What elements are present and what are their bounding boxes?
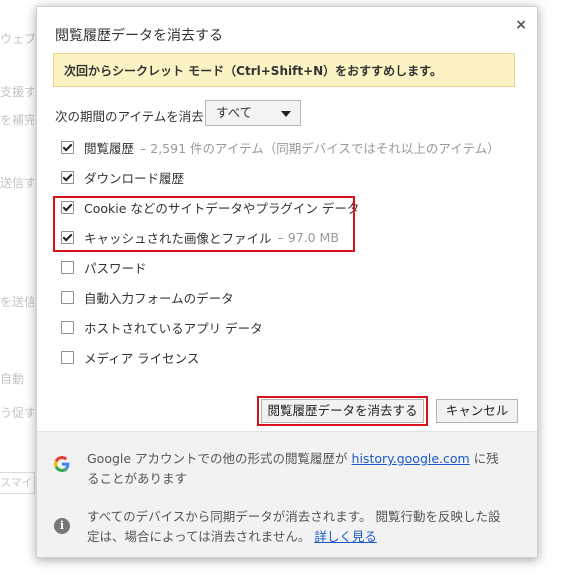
learn-more-link[interactable]: 詳しく見る (314, 529, 377, 544)
info-icon: i (54, 518, 70, 534)
item-download-history[interactable]: ダウンロード履歴 (61, 167, 184, 187)
item-media-licenses[interactable]: メディア ライセンス (61, 347, 199, 367)
background-text: ウェブ (0, 32, 34, 46)
period-label: 次の期間のアイテムを消去: (55, 109, 208, 124)
background-text: 自動 (0, 372, 25, 386)
checkbox-autofill[interactable] (61, 290, 74, 304)
google-history-note: Google アカウントでの他の形式の閲覧履歴が history.google.… (87, 449, 507, 489)
item-hosted-apps[interactable]: ホストされているアプリ データ (61, 317, 263, 337)
google-history-text: Google アカウントでの他の形式の閲覧履歴が (87, 451, 352, 466)
item-label: ダウンロード履歴 (84, 170, 185, 186)
item-label: 閲覧履歴 (84, 140, 135, 156)
background-text: を送信 (0, 295, 34, 309)
checkbox-browsing-history[interactable] (61, 140, 74, 154)
item-passwords[interactable]: パスワード (61, 257, 147, 277)
highlight-box (257, 396, 428, 426)
checkbox-download-history[interactable] (61, 170, 74, 184)
item-detail: – 2,591 件のアイテム（同期デバイスではそれ以上のアイテム） (140, 140, 500, 156)
close-icon[interactable]: × (515, 17, 527, 33)
background-text: う促す (0, 406, 34, 420)
dialog-title: 閲覧履歴データを消去する (55, 28, 223, 44)
sync-text: すべてのデバイスから同期データが消去されます。 閲覧行動を反映した設定は、場合に… (87, 509, 501, 544)
cancel-button[interactable]: キャンセル (436, 399, 518, 423)
google-g-icon (54, 456, 70, 472)
background-input: スマイ (0, 472, 35, 494)
background-text: を補完 (0, 113, 34, 127)
background-text: 送信す (0, 176, 34, 190)
background-text: 支援す (0, 85, 34, 99)
chevron-down-icon (281, 111, 291, 117)
item-label: メディア ライセンス (84, 350, 200, 366)
item-autofill[interactable]: 自動入力フォームのデータ (61, 287, 234, 307)
checkbox-passwords[interactable] (61, 260, 74, 274)
history-google-link[interactable]: history.google.com (352, 451, 470, 466)
incognito-notice: 次回からシークレット モード（Ctrl+Shift+N）をおすすめします。 (53, 53, 515, 87)
item-browsing-history[interactable]: 閲覧履歴 – 2,591 件のアイテム（同期デバイスではそれ以上のアイテム） (61, 137, 500, 157)
period-select[interactable]: すべて (205, 100, 301, 126)
highlight-box (53, 196, 355, 252)
clear-browsing-data-dialog: × 閲覧履歴データを消去する 次回からシークレット モード（Ctrl+Shift… (36, 6, 538, 558)
item-label: ホストされているアプリ データ (84, 320, 263, 336)
checkbox-media-licenses[interactable] (61, 350, 74, 364)
checkbox-hosted-apps[interactable] (61, 320, 74, 334)
item-label: パスワード (84, 260, 147, 276)
period-select-value: すべて (216, 105, 253, 120)
sync-note: すべてのデバイスから同期データが消去されます。 閲覧行動を反映した設定は、場合に… (87, 507, 507, 547)
dialog-footer: Google アカウントでの他の形式の閲覧履歴が history.google.… (37, 431, 537, 557)
item-label: 自動入力フォームのデータ (84, 290, 234, 306)
